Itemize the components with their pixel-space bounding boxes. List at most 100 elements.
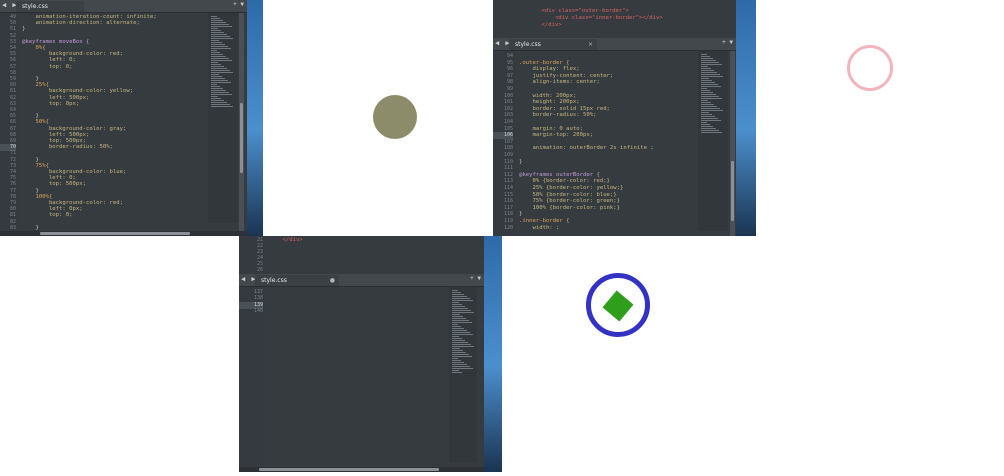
minimap-line bbox=[211, 60, 232, 61]
code-line: width: ; bbox=[519, 224, 560, 231]
minimap-line bbox=[452, 348, 460, 349]
line-number: 26 bbox=[256, 267, 263, 273]
vertical-scrollbar[interactable] bbox=[239, 13, 244, 231]
minimap-line bbox=[452, 364, 467, 365]
minimap[interactable] bbox=[208, 13, 238, 223]
minimap-line bbox=[452, 372, 462, 373]
minimap-line bbox=[211, 66, 224, 67]
code-line: top: 0; bbox=[22, 212, 73, 219]
minimap-line bbox=[452, 324, 458, 325]
minimap-line bbox=[452, 314, 460, 315]
scrollbar-thumb[interactable] bbox=[731, 161, 734, 221]
minimap-line bbox=[452, 358, 458, 359]
minimap-line bbox=[211, 86, 220, 87]
minimap-line bbox=[452, 326, 461, 327]
minimap-line bbox=[452, 318, 466, 319]
editor-panel-bottom: 21 22 23 24 25 26 </div> ◀ ▶ style.css ● + ▼ 1… bbox=[239, 236, 484, 472]
tab-style-css[interactable]: style.css bbox=[16, 1, 84, 12]
minimap-line bbox=[211, 96, 218, 97]
minimap-line bbox=[701, 56, 710, 57]
minimap-line bbox=[701, 126, 713, 127]
minimap-line bbox=[701, 80, 712, 81]
horizontal-scrollbar[interactable] bbox=[0, 231, 247, 236]
minimap-line bbox=[211, 40, 219, 41]
minimap-line bbox=[701, 72, 717, 73]
minimap-line bbox=[211, 90, 226, 91]
tab-bar: ◀ ▶ style.css + ▼ bbox=[0, 0, 247, 13]
minimap-line bbox=[701, 100, 708, 101]
tab-style-css[interactable]: style.css × bbox=[509, 39, 597, 50]
minimap-line bbox=[452, 292, 461, 293]
code-line: } bbox=[519, 158, 523, 165]
minimap-line bbox=[701, 116, 715, 117]
minimap-line bbox=[211, 62, 218, 63]
minimap-line bbox=[452, 344, 471, 345]
code-line: margin-top: 200px; bbox=[519, 132, 594, 139]
minimap-line bbox=[452, 304, 462, 305]
animated-box-circle bbox=[373, 95, 417, 139]
tab-controls[interactable]: + ▼ bbox=[470, 275, 481, 282]
desktop-wallpaper-strip bbox=[484, 236, 502, 472]
minimap-line bbox=[701, 84, 718, 85]
minimap-line bbox=[211, 82, 231, 83]
editor-panel-top-left: ◀ ▶ style.css + ▼ 49 50 51 52 53 54 55 56 57 58 59… bbox=[0, 0, 247, 236]
minimap-line bbox=[701, 114, 712, 115]
scrollbar-thumb[interactable] bbox=[240, 103, 243, 173]
minimap-line bbox=[211, 42, 222, 43]
vertical-scrollbar[interactable] bbox=[730, 51, 735, 236]
unsaved-dot-icon[interactable]: ● bbox=[330, 275, 335, 286]
minimap-line bbox=[452, 356, 472, 357]
minimap-line bbox=[211, 70, 230, 71]
minimap[interactable] bbox=[449, 287, 477, 462]
browser-preview-bottom bbox=[502, 236, 732, 472]
minimap-line bbox=[452, 298, 470, 299]
code-line: top: 0px; bbox=[22, 100, 80, 107]
minimap-line bbox=[701, 110, 723, 111]
code-line: animation-direction: alternate; bbox=[22, 20, 140, 27]
code-line: </div> bbox=[528, 22, 562, 28]
minimap-line bbox=[452, 350, 463, 351]
minimap-line bbox=[211, 46, 228, 47]
minimap-line bbox=[452, 352, 466, 353]
minimap-line bbox=[701, 94, 716, 95]
tab-controls[interactable]: + ▼ bbox=[233, 1, 244, 8]
minimap-line bbox=[211, 88, 223, 89]
minimap-line bbox=[211, 26, 232, 27]
browser-preview-top-left bbox=[263, 0, 492, 236]
minimap-line bbox=[211, 32, 224, 33]
minimap-line bbox=[211, 100, 224, 101]
minimap-line bbox=[701, 104, 714, 105]
horizontal-scrollbar-thumb[interactable] bbox=[259, 468, 439, 471]
horizontal-scrollbar[interactable] bbox=[239, 467, 484, 472]
minimap-line bbox=[701, 130, 719, 131]
minimap-line bbox=[211, 78, 225, 79]
horizontal-scrollbar-thumb[interactable] bbox=[40, 232, 190, 235]
minimap[interactable] bbox=[698, 51, 728, 231]
tab-style-css[interactable]: style.css ● bbox=[255, 275, 339, 286]
minimap-line bbox=[701, 74, 720, 75]
minimap-line bbox=[452, 310, 471, 311]
minimap-line bbox=[211, 98, 221, 99]
minimap-line bbox=[452, 342, 468, 343]
minimap-line bbox=[211, 104, 230, 105]
minimap-line bbox=[211, 38, 233, 39]
code-line: align-items: center; bbox=[519, 79, 600, 86]
close-icon[interactable]: × bbox=[588, 39, 593, 50]
minimap-line bbox=[452, 332, 470, 333]
minimap-line bbox=[211, 106, 233, 107]
minimap-line bbox=[211, 84, 217, 85]
tab-bar: ◀ ▶ style.css × + ▼ bbox=[493, 38, 736, 51]
minimap-line bbox=[452, 340, 465, 341]
tab-bar: ◀ ▶ style.css ● + ▼ bbox=[239, 274, 484, 287]
minimap-line bbox=[701, 88, 707, 89]
code-line: </div> bbox=[269, 237, 303, 243]
tab-controls[interactable]: + ▼ bbox=[722, 39, 733, 46]
code-line: border-radius: 50%; bbox=[22, 144, 113, 151]
minimap-line bbox=[211, 28, 218, 29]
minimap-line bbox=[452, 322, 472, 323]
minimap-line bbox=[701, 124, 710, 125]
minimap-line bbox=[211, 48, 231, 49]
minimap-line bbox=[701, 106, 717, 107]
minimap-line bbox=[701, 78, 709, 79]
minimap-line bbox=[701, 122, 707, 123]
